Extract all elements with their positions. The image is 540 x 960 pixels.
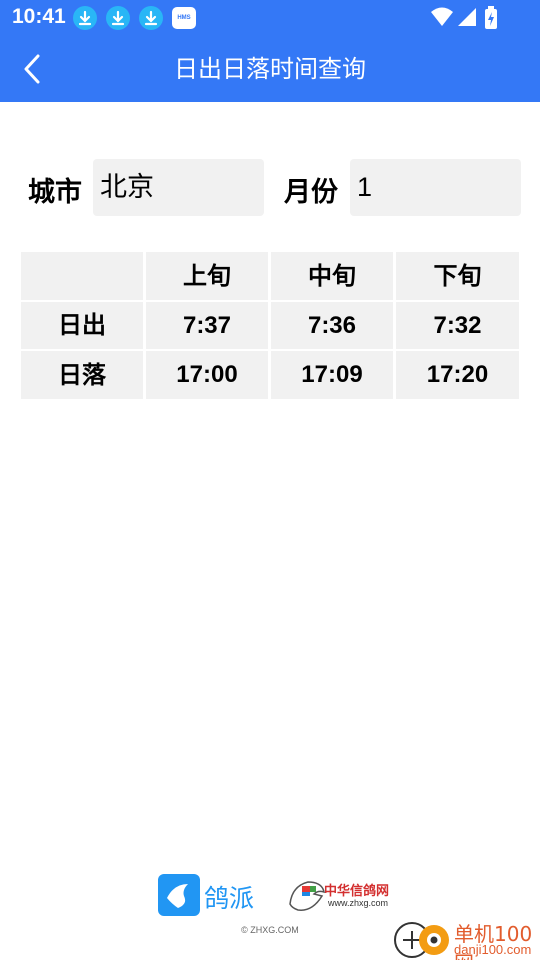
table-header-early: 上旬: [146, 252, 268, 300]
page-title: 日出日落时间查询: [174, 55, 366, 83]
sunset-early: 17:00: [146, 351, 268, 399]
sunset-mid: 17:09: [271, 351, 393, 399]
dove-icon: [158, 874, 200, 920]
month-input[interactable]: 1: [350, 159, 521, 216]
sun-times-table: 上旬 中旬 下旬 日出 7:37 7:36 7:32 日落 17:00 17:0…: [21, 252, 519, 400]
watermark-url: danji100.com: [454, 942, 532, 957]
sunset-late: 17:20: [396, 351, 519, 399]
watermark-logo-icon: [392, 920, 452, 960]
gepai-logo: 鸽派: [158, 874, 258, 918]
pigeon-emblem-icon: [288, 878, 326, 918]
sunset-label: 日落: [21, 351, 143, 399]
table-header-corner: [21, 252, 143, 300]
sunrise-mid: 7:36: [271, 302, 393, 349]
sunrise-early: 7:37: [146, 302, 268, 349]
download-icon: [73, 6, 97, 30]
status-time: 10:41: [12, 5, 66, 28]
battery-charging-icon: [484, 6, 498, 34]
zhxg-logo: 中华信鸽网 www.zhxg.com: [288, 878, 408, 914]
chevron-left-icon: [16, 54, 52, 92]
month-label: 月份: [284, 177, 338, 208]
hms-icon: HMS: [172, 7, 196, 29]
download-icon: [139, 6, 163, 30]
download-icon: [106, 6, 130, 30]
zhxg-brand: 中华信鸽网: [324, 884, 390, 899]
city-label: 城市: [28, 177, 82, 208]
city-input[interactable]: 北京: [93, 159, 264, 216]
status-bar: 10:41 HMS: [0, 0, 540, 36]
signal-icon: [456, 6, 478, 32]
sunrise-late: 7:32: [396, 302, 519, 349]
zhxg-url: www.zhxg.com: [328, 898, 389, 908]
wifi-icon: [430, 6, 454, 32]
app-bar: 日出日落时间查询: [0, 36, 540, 102]
back-button[interactable]: [16, 50, 52, 88]
sunrise-label: 日出: [21, 302, 143, 349]
table-header-late: 下旬: [396, 252, 519, 300]
table-header-mid: 中旬: [271, 252, 393, 300]
gepai-brand: 鸽派: [204, 884, 255, 913]
watermark: 单机100网 danji100.com: [392, 918, 540, 960]
